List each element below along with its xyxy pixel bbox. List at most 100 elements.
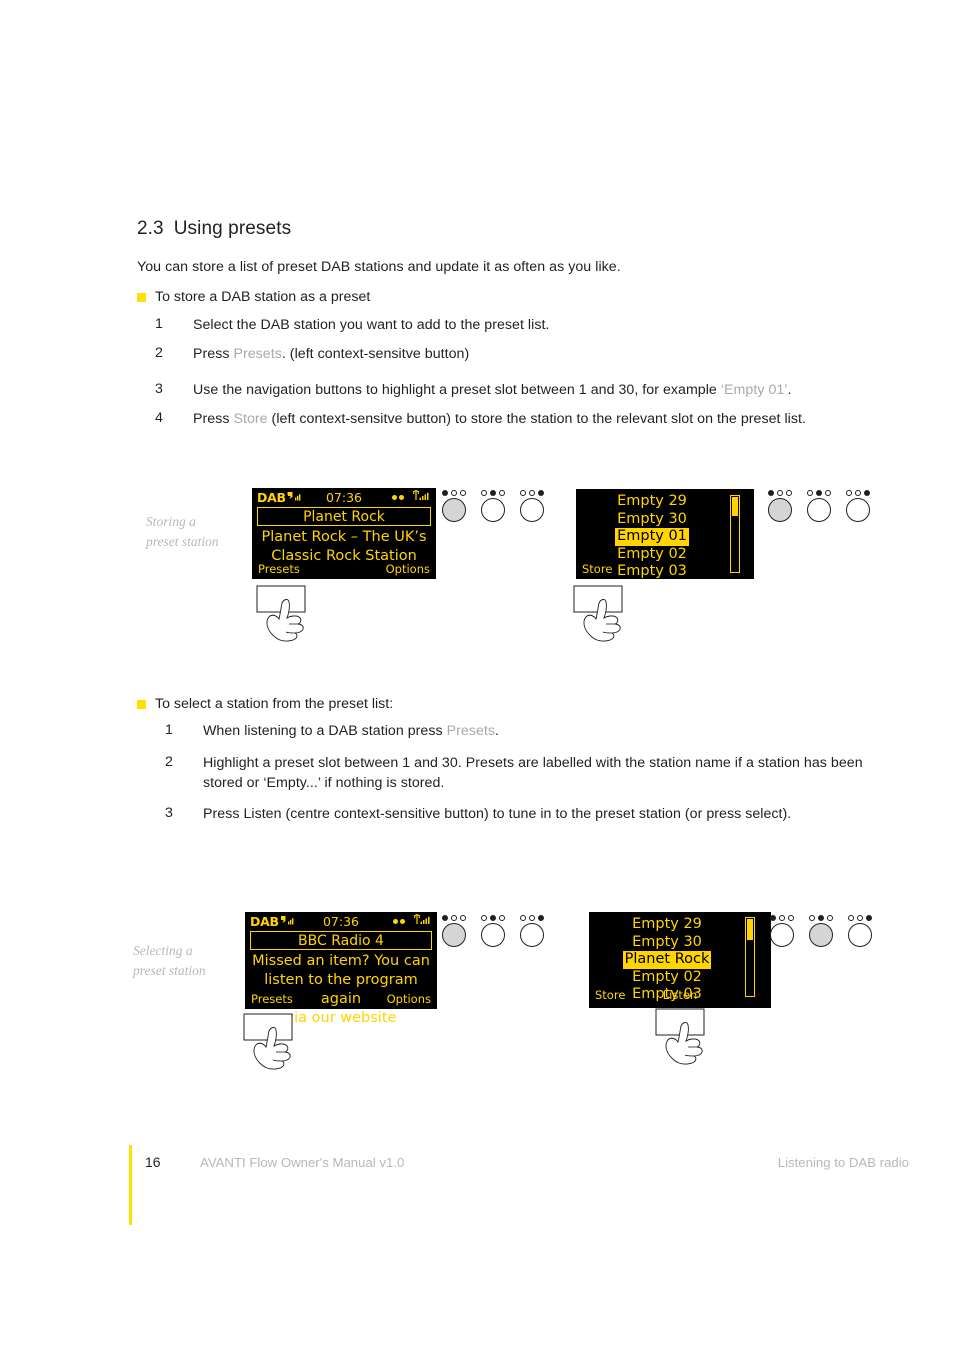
softkey-store[interactable]: Store — [582, 562, 612, 576]
procedure-store-heading-label: To store a DAB station as a preset — [155, 289, 371, 305]
position-dots-icon — [442, 490, 466, 496]
scrollbar-thumb[interactable] — [747, 919, 753, 940]
lcd-preset-list-screen-1: Empty 29 Empty 30 Empty 01 Empty 02 Empt… — [576, 489, 754, 579]
list-item[interactable]: Empty 29 — [576, 493, 728, 511]
lcd-clock: 07:36 — [325, 489, 363, 505]
position-dots-icon — [768, 490, 792, 496]
context-button-right[interactable] — [846, 490, 870, 522]
step-text: Highlight a preset slot between 1 and 30… — [203, 755, 863, 791]
position-dots-icon — [807, 490, 831, 496]
step-text: Press Listen (centre context-sensitive b… — [203, 806, 792, 822]
list-item: 3 Press Listen (centre context-sensitive… — [165, 805, 791, 825]
position-dots-icon — [846, 490, 870, 496]
list-item[interactable]: Empty 02 — [589, 969, 745, 987]
lcd-body-text: Planet Rock – The UK’s Classic Rock Stat… — [256, 528, 432, 566]
procedure-select-heading: To select a station from the preset list… — [137, 696, 393, 712]
lcd-status-bar: DAB 07:36 — [245, 912, 437, 930]
footer-chapter-title: Listening to DAB radio — [777, 1155, 909, 1170]
knob[interactable] — [846, 498, 870, 522]
knob[interactable] — [768, 498, 792, 522]
step-number: 1 — [155, 316, 163, 332]
context-button-right[interactable] — [520, 915, 544, 947]
context-button-center[interactable] — [807, 490, 831, 522]
list-item[interactable]: Empty 30 — [576, 511, 728, 529]
softkey-options[interactable]: Options — [386, 562, 430, 576]
step-number: 3 — [155, 381, 163, 397]
context-button-center[interactable] — [809, 915, 833, 947]
context-button-left[interactable] — [768, 490, 792, 522]
position-dots-icon — [520, 490, 544, 496]
lcd-softkey-bar: Store — [582, 562, 748, 576]
lcd-clock: 07:36 — [322, 913, 360, 929]
hand-press-illustration — [655, 1008, 735, 1083]
lcd-station-title: BBC Radio 4 — [250, 931, 432, 950]
knob[interactable] — [848, 923, 872, 947]
figure-caption: Selecting a preset station — [133, 943, 206, 978]
step-number: 2 — [165, 754, 173, 770]
stereo-icon — [393, 918, 405, 924]
signal-bars-icon — [280, 914, 296, 929]
knob[interactable] — [442, 498, 466, 522]
list-item-selected[interactable]: Empty 01 — [576, 528, 728, 546]
list-item: 4 Press Store (left context-sensitve but… — [155, 410, 806, 430]
list-item[interactable]: Empty 02 — [576, 546, 728, 564]
softkey-listen[interactable]: Listen — [663, 988, 697, 1002]
knob[interactable] — [520, 923, 544, 947]
step-text: Use the navigation buttons to highlight … — [193, 382, 792, 398]
signal-bars-icon — [287, 490, 303, 505]
procedure-select-heading-label: To select a station from the preset list… — [155, 696, 394, 712]
list-item: 1 Select the DAB station you want to add… — [155, 316, 549, 336]
knob[interactable] — [481, 498, 505, 522]
step-number: 4 — [155, 410, 163, 426]
lcd-now-playing-screen-2: DAB 07:36 BBC Radio 4 Missed an item? Yo… — [245, 912, 437, 1026]
knob[interactable] — [520, 498, 544, 522]
context-button-left[interactable] — [442, 490, 466, 522]
context-button-center[interactable] — [481, 915, 505, 947]
lcd-mode-label: DAB — [257, 489, 286, 505]
button-cluster-4 — [770, 915, 872, 947]
context-button-right[interactable] — [520, 490, 544, 522]
page-number: 16 — [145, 1154, 161, 1170]
knob[interactable] — [442, 923, 466, 947]
lcd-status-bar: DAB 07:36 — [252, 488, 436, 506]
list-item-selected[interactable]: Planet Rock — [589, 951, 745, 969]
knob[interactable] — [807, 498, 831, 522]
scrollbar-thumb[interactable] — [732, 497, 738, 516]
softkey-presets[interactable]: Presets — [258, 562, 300, 576]
list-item: 2 Press Presets. (left context-sensitve … — [155, 345, 469, 365]
lcd-body-line-1: Missed an item? You can — [252, 953, 430, 969]
button-cluster-3 — [442, 915, 544, 947]
step-text: Select the DAB station you want to add t… — [193, 317, 550, 333]
context-button-left[interactable] — [442, 915, 466, 947]
antenna-signal-icon — [410, 913, 432, 929]
lcd-softkey-bar: Store Listen — [595, 988, 765, 1002]
knob[interactable] — [770, 923, 794, 947]
antenna-signal-icon — [409, 489, 431, 505]
softkey-presets[interactable]: Presets — [251, 992, 293, 1006]
step-text: Press Presets. (left context-sensitve bu… — [193, 346, 470, 362]
context-button-right[interactable] — [848, 915, 872, 947]
lcd-softkey-bar: Presets Options — [258, 562, 430, 576]
context-button-left[interactable] — [770, 915, 794, 947]
softkey-options[interactable]: Options — [387, 992, 431, 1006]
softkey-store[interactable]: Store — [595, 988, 625, 1002]
stereo-icon — [392, 494, 404, 500]
position-dots-icon — [520, 915, 544, 921]
list-item[interactable]: Empty 29 — [589, 916, 745, 934]
knob[interactable] — [481, 923, 505, 947]
footer-manual-title: AVANTI Flow Owner's Manual v1.0 — [200, 1155, 405, 1170]
context-button-center[interactable] — [481, 490, 505, 522]
lcd-body-line-1: Planet Rock – The UK’s — [261, 529, 427, 545]
step-text: When listening to a DAB station press Pr… — [203, 723, 499, 739]
scrollbar[interactable] — [745, 917, 755, 997]
list-item[interactable]: Empty 30 — [589, 934, 745, 952]
knob[interactable] — [809, 923, 833, 947]
lcd-softkey-bar: Presets Options — [251, 992, 431, 1006]
lcd-preset-list-screen-2: Empty 29 Empty 30 Planet Rock Empty 02 E… — [589, 912, 771, 1008]
lcd-now-playing-screen-1: DAB 07:36 Planet Rock Planet Rock – The … — [252, 488, 436, 579]
footer-accent-bar — [129, 1145, 132, 1225]
button-cluster-1 — [442, 490, 544, 522]
yellow-square-bullet-icon — [137, 699, 146, 709]
procedure-store-heading: To store a DAB station as a preset — [137, 289, 370, 305]
step-number: 2 — [155, 345, 163, 361]
